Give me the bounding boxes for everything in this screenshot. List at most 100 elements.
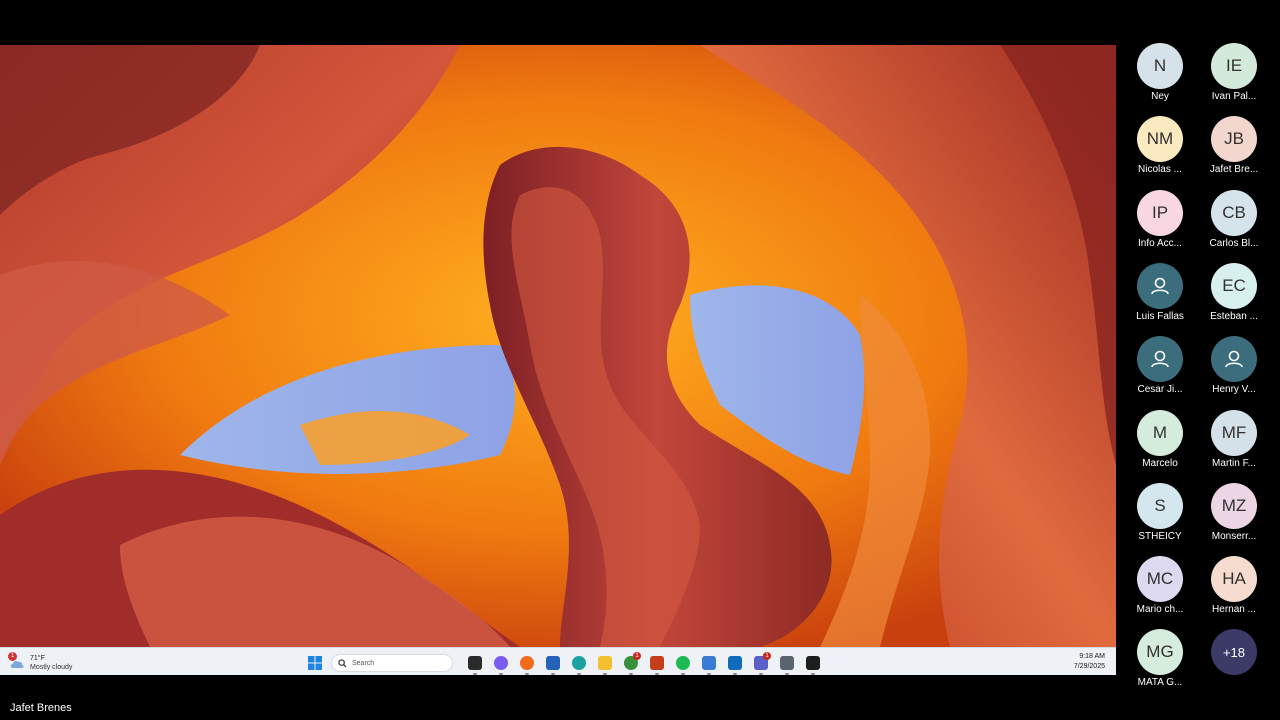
default-person-icon: [1137, 262, 1183, 309]
shared-screen: 1 71°F Mostly cloudy Search 1 1 9:18 AM 7…: [0, 45, 1116, 675]
participant-avatar: IP: [1137, 189, 1183, 236]
participant-name: Martin F...: [1212, 457, 1256, 469]
more-participants-tile[interactable]: +18: [1198, 626, 1270, 696]
presenter-name: Jafet Brenes: [10, 702, 72, 714]
powerpoint-icon[interactable]: [647, 653, 667, 675]
participant-name: STHEICY: [1138, 530, 1182, 542]
running-indicator: [655, 673, 659, 675]
store-icon-glyph: [546, 656, 560, 670]
participant-tile[interactable]: JB Jafet Bre...: [1198, 113, 1270, 183]
participant-tile[interactable]: MC Mario ch...: [1124, 553, 1196, 623]
windows-start-icon[interactable]: [305, 653, 325, 673]
participant-avatar: S: [1137, 482, 1183, 529]
firefox-icon-glyph: [520, 656, 534, 670]
participant-avatar: MZ: [1211, 482, 1257, 529]
more-count: +18: [1211, 629, 1257, 676]
participant-name: Ivan Pal...: [1211, 91, 1257, 102]
running-indicator: [707, 673, 711, 675]
file-explorer-icon-glyph: [598, 656, 612, 670]
desktop-wallpaper: [0, 45, 1116, 647]
weather-widget[interactable]: 1 71°F Mostly cloudy: [8, 652, 73, 674]
participant-name: Hernan ...: [1212, 604, 1256, 616]
participant-tile[interactable]: N Ney: [1124, 40, 1196, 110]
spotify-icon-glyph: [676, 656, 690, 670]
taskbar-search-box[interactable]: Search: [331, 654, 453, 672]
participant-avatar: M: [1137, 409, 1183, 456]
running-indicator: [603, 673, 607, 675]
running-indicator: [473, 673, 477, 675]
participant-tile[interactable]: M Marcelo: [1124, 407, 1196, 477]
settings-icon[interactable]: [777, 653, 797, 675]
weather-condition: Mostly cloudy: [30, 664, 73, 671]
participant-name: Cesar Ji...: [1137, 384, 1183, 396]
clock-date: 7/29/2025: [1073, 663, 1105, 670]
participant-avatar: N: [1137, 43, 1183, 89]
participant-name: Marcelo: [1142, 457, 1178, 469]
clock-time: 9:18 AM: [1079, 653, 1105, 660]
cloud-icon: 1: [8, 652, 25, 670]
notepad-icon-glyph: [702, 656, 716, 670]
outlook-icon[interactable]: [725, 653, 745, 675]
edge-icon[interactable]: [569, 653, 589, 675]
running-indicator: [785, 673, 789, 675]
default-person-icon: [1211, 336, 1257, 383]
default-person-icon: [1137, 336, 1183, 383]
taskbar-apps: Search 1 1: [305, 652, 823, 675]
participant-avatar: HA: [1211, 556, 1257, 603]
participant-name: Info Acc...: [1138, 237, 1182, 249]
participant-tile[interactable]: IP Info Acc...: [1124, 187, 1196, 257]
weather-temperature: 71°F: [30, 655, 45, 662]
search-icon: [338, 658, 347, 668]
running-indicator: [551, 673, 555, 675]
participant-tile[interactable]: IE Ivan Pal...: [1198, 40, 1270, 110]
participant-name: Henry V...: [1212, 384, 1256, 396]
store-icon[interactable]: [543, 653, 563, 675]
running-indicator: [733, 673, 737, 675]
participant-avatar: MG: [1137, 629, 1183, 676]
teams-icon[interactable]: 1: [751, 652, 771, 675]
copilot-icon[interactable]: [491, 653, 511, 675]
participant-name: Jafet Bre...: [1209, 164, 1259, 176]
notification-badge: 1: [763, 652, 771, 660]
participant-tile[interactable]: MG MATA G...: [1124, 626, 1196, 696]
participant-tile[interactable]: Cesar Ji...: [1124, 333, 1196, 403]
participant-tile[interactable]: MF Martin F...: [1198, 407, 1270, 477]
participant-name: Nicolas ...: [1138, 164, 1182, 176]
participant-name: Esteban ...: [1210, 310, 1258, 322]
participant-tile[interactable]: EC Esteban ...: [1198, 260, 1270, 330]
edge-icon-glyph: [572, 656, 586, 670]
windows-taskbar: 1 71°F Mostly cloudy Search 1 1 9:18 AM 7…: [0, 647, 1116, 675]
notepad-icon[interactable]: [699, 653, 719, 675]
settings-icon-glyph: [780, 656, 794, 670]
participant-avatar: CB: [1211, 189, 1257, 236]
participant-name: Luis Fallas: [1136, 310, 1184, 322]
participant-name: Ney: [1151, 91, 1169, 102]
participant-name: Carlos Bl...: [1209, 237, 1259, 249]
chrome-icon[interactable]: 1: [621, 652, 641, 675]
participant-tile[interactable]: Henry V...: [1198, 333, 1270, 403]
spotify-icon[interactable]: [673, 653, 693, 675]
file-explorer-icon[interactable]: [595, 653, 615, 675]
weather-alert-badge: 1: [8, 652, 17, 661]
running-indicator: [499, 673, 503, 675]
running-indicator: [759, 673, 763, 675]
powerpoint-icon-glyph: [650, 656, 664, 670]
running-indicator: [811, 673, 815, 675]
task-view-icon-glyph: [468, 656, 482, 670]
participant-avatar: JB: [1211, 116, 1257, 163]
participant-tile[interactable]: S STHEICY: [1124, 480, 1196, 550]
task-view-icon[interactable]: [465, 653, 485, 675]
terminal-icon-glyph: [806, 656, 820, 670]
participant-name: Monserr...: [1211, 530, 1257, 542]
participant-name: Mario ch...: [1136, 604, 1184, 616]
participant-tile[interactable]: HA Hernan ...: [1198, 553, 1270, 623]
participant-tile[interactable]: CB Carlos Bl...: [1198, 187, 1270, 257]
system-clock[interactable]: 9:18 AM 7/29/2025: [1074, 652, 1105, 672]
running-indicator: [629, 673, 633, 675]
participant-tile[interactable]: MZ Monserr...: [1198, 480, 1270, 550]
participant-tile[interactable]: Luis Fallas: [1124, 260, 1196, 330]
terminal-icon[interactable]: [803, 653, 823, 675]
participant-tile[interactable]: NM Nicolas ...: [1124, 113, 1196, 183]
participant-avatar: NM: [1137, 116, 1183, 163]
firefox-icon[interactable]: [517, 653, 537, 675]
